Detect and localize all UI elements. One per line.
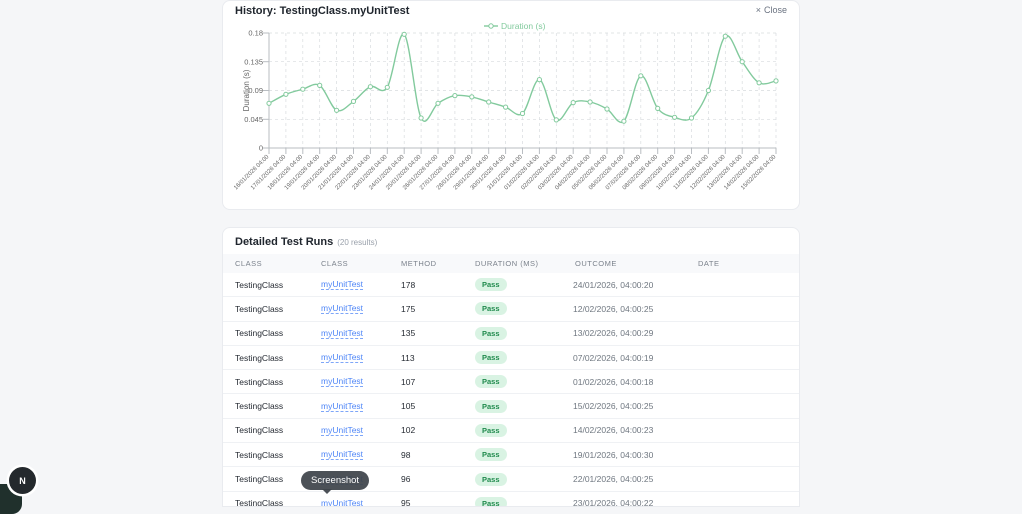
history-panel: History: TestingClass.myUnitTest × Close… — [222, 0, 800, 210]
x-axis-labels: 16/01/2026 04:0017/01/2026 04:0018/01/20… — [233, 154, 778, 192]
column-header-duration: DURATION (MS) — [475, 259, 575, 268]
outcome-badge: Pass — [475, 497, 507, 507]
outcome-badge: Pass — [475, 351, 507, 364]
chart-legend: Duration (s) — [484, 21, 546, 31]
outcome-badge: Pass — [475, 278, 507, 291]
table-title: Detailed Test Runs — [235, 236, 333, 248]
table-row: TestingClassmyUnitTest 178Pass 24/01/2026,… — [223, 273, 799, 297]
table-row: TestingClassmyUnitTest 113Pass 07/02/2026,… — [223, 346, 799, 370]
chart-grid — [269, 33, 776, 148]
date-cell: 13/02/2026, 04:00:29 — [573, 328, 799, 338]
test-runs-panel: Detailed Test Runs (20 results) CLASS CL… — [222, 227, 800, 507]
outcome-badge: Pass — [475, 448, 507, 461]
date-cell: 14/02/2026, 04:00:23 — [573, 425, 799, 435]
class-cell: TestingClass — [235, 304, 321, 314]
duration-cell: 107 — [401, 377, 475, 387]
outcome-badge: Pass — [475, 473, 507, 486]
screenshot-tooltip: Screenshot — [301, 471, 369, 490]
svg-text:0.18: 0.18 — [248, 29, 263, 38]
duration-cell: 98 — [401, 450, 475, 460]
tooltip-arrow-icon — [322, 489, 332, 499]
class-cell: TestingClass — [235, 280, 321, 290]
y-axis-title: Duration (s) — [242, 69, 251, 111]
date-cell: 12/02/2026, 04:00:25 — [573, 304, 799, 314]
column-header-class: CLASS — [235, 259, 321, 268]
duration-cell: 105 — [401, 401, 475, 411]
date-cell: 07/02/2026, 04:00:19 — [573, 353, 799, 363]
duration-cell: 96 — [401, 474, 475, 484]
user-avatar-button[interactable]: N — [9, 467, 36, 494]
outcome-badge: Pass — [475, 375, 507, 388]
duration-cell: 135 — [401, 328, 475, 338]
method-link[interactable]: myUnitTest — [321, 425, 363, 436]
table-row: TestingClassmyUnitTest 135Pass 13/02/2026,… — [223, 322, 799, 346]
table-row: TestingClassmyUnitTest 107Pass 01/02/2026,… — [223, 370, 799, 394]
class-cell: TestingClass — [235, 377, 321, 387]
outcome-badge: Pass — [475, 424, 507, 437]
table-title-row: Detailed Test Runs (20 results) — [223, 228, 799, 254]
svg-text:0: 0 — [259, 144, 263, 153]
screenshot-tooltip-label: Screenshot — [311, 475, 359, 486]
class-cell: TestingClass — [235, 401, 321, 411]
outcome-badge: Pass — [475, 327, 507, 340]
results-count: (20 results) — [337, 238, 377, 247]
duration-chart: 00.0450.090.1350.18Duration (s)16/01/202… — [223, 1, 801, 211]
duration-cell: 102 — [401, 425, 475, 435]
method-link[interactable]: myUnitTest — [321, 449, 363, 460]
date-cell: 24/01/2026, 04:00:20 — [573, 280, 799, 290]
method-link[interactable]: myUnitTest — [321, 328, 363, 339]
duration-cell: 175 — [401, 304, 475, 314]
date-cell: 15/02/2026, 04:00:25 — [573, 401, 799, 411]
method-link[interactable]: myUnitTest — [321, 352, 363, 363]
column-header-outcome: OUTCOME — [575, 259, 698, 268]
table-row: TestingClassmyUnitTest 102Pass 14/02/2026,… — [223, 419, 799, 443]
method-link[interactable]: myUnitTest — [321, 401, 363, 412]
table-header-row: CLASS CLASS METHOD DURATION (MS) OUTCOME… — [223, 254, 799, 273]
column-header-date: DATE — [698, 259, 799, 268]
class-cell: TestingClass — [235, 450, 321, 460]
table-row: TestingClassmyUnitTest 95Pass 23/01/2026, … — [223, 492, 799, 507]
class-cell: TestingClass — [235, 498, 321, 507]
date-cell: 01/02/2026, 04:00:18 — [573, 377, 799, 387]
chart-axes — [263, 33, 776, 154]
method-link[interactable]: myUnitTest — [321, 498, 363, 507]
class-cell: TestingClass — [235, 425, 321, 435]
table-row: TestingClassmyUnitTest 98Pass 19/01/2026, … — [223, 443, 799, 467]
class-cell: TestingClass — [235, 328, 321, 338]
date-cell: 22/01/2026, 04:00:25 — [573, 474, 799, 484]
method-link[interactable]: myUnitTest — [321, 376, 363, 387]
table-row: TestingClassmyUnitTest 105Pass 15/02/2026,… — [223, 394, 799, 418]
svg-text:0.135: 0.135 — [244, 57, 263, 66]
outcome-badge: Pass — [475, 400, 507, 413]
date-cell: 23/01/2026, 04:00:22 — [573, 498, 799, 507]
table-row: TestingClassmyUnitTest 175Pass 12/02/2026,… — [223, 297, 799, 321]
method-link[interactable]: myUnitTest — [321, 279, 363, 290]
date-cell: 19/01/2026, 04:00:30 — [573, 450, 799, 460]
outcome-badge: Pass — [475, 302, 507, 315]
column-header-method: METHOD — [401, 259, 475, 268]
duration-cell: 178 — [401, 280, 475, 290]
duration-cell: 113 — [401, 353, 475, 363]
duration-cell: 95 — [401, 498, 475, 507]
method-link[interactable]: myUnitTest — [321, 303, 363, 314]
column-header-class-2: CLASS — [321, 259, 401, 268]
svg-text:0.045: 0.045 — [244, 115, 263, 124]
class-cell: TestingClass — [235, 353, 321, 363]
svg-text:Duration (s): Duration (s) — [501, 21, 546, 31]
